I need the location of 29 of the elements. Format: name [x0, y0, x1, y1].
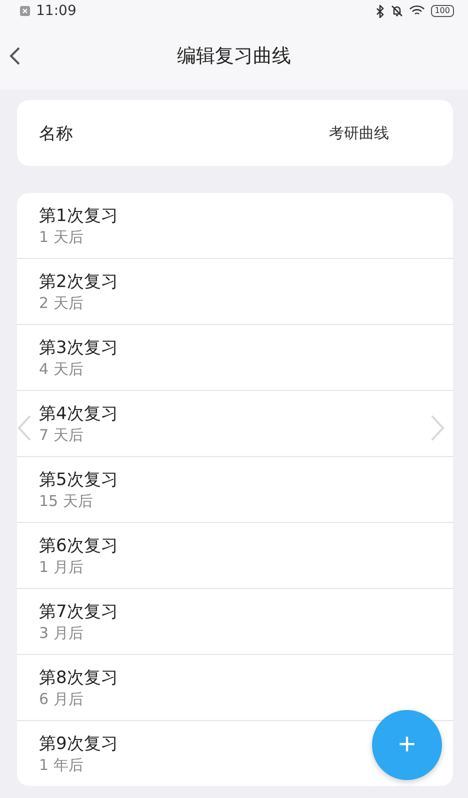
bell-off-icon [390, 5, 403, 17]
notification-icon [20, 6, 30, 16]
status-time: 11:09 [36, 3, 78, 19]
wifi-icon [408, 5, 425, 17]
chevron-right-icon [430, 414, 446, 442]
review-interval: 15 天后 [39, 492, 93, 511]
review-title: 第7次复习 [39, 601, 118, 623]
review-interval: 4 天后 [39, 360, 84, 379]
page-title: 编辑复习曲线 [177, 44, 291, 69]
name-label: 名称 [39, 122, 74, 144]
review-title: 第3次复习 [39, 337, 118, 359]
battery-indicator: 100 [430, 5, 454, 17]
review-title: 第9次复习 [39, 733, 118, 755]
review-interval: 1 年后 [39, 756, 84, 775]
chevron-left-icon [16, 414, 32, 442]
bluetooth-icon [376, 4, 385, 18]
review-interval: 7 天后 [39, 426, 84, 445]
review-interval: 1 天后 [39, 228, 84, 247]
review-interval: 6 月后 [39, 690, 84, 709]
review-interval: 1 月后 [39, 558, 84, 577]
name-value: 考研曲线 [329, 124, 389, 142]
review-title: 第1次复习 [39, 205, 118, 227]
review-interval: 3 月后 [39, 624, 84, 643]
review-title: 第5次复习 [39, 469, 118, 491]
review-title: 第2次复习 [39, 271, 118, 293]
review-title: 第6次复习 [39, 535, 118, 557]
review-title: 第8次复习 [39, 667, 118, 689]
review-title: 第4次复习 [39, 403, 118, 425]
review-interval: 2 天后 [39, 294, 84, 313]
